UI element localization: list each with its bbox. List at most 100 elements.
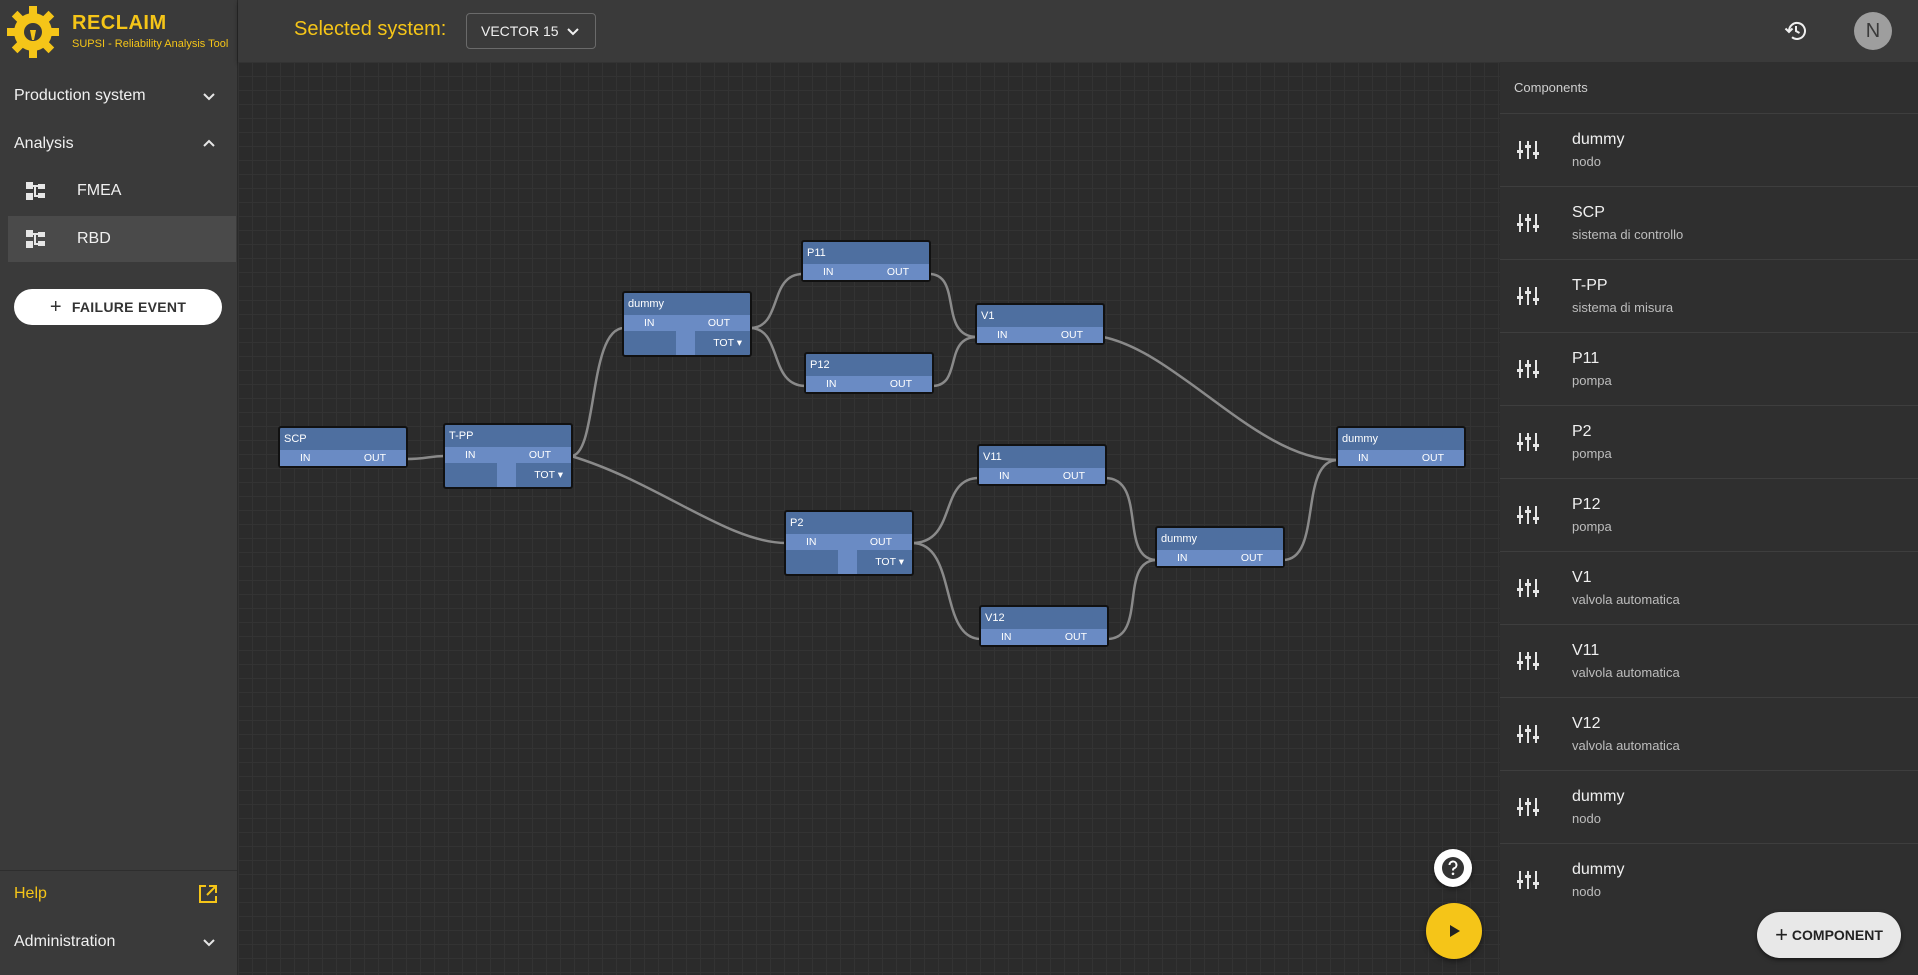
block-title: dummy [628, 298, 665, 310]
port-out[interactable]: OUT [708, 315, 730, 331]
block-title: T-PP [449, 430, 474, 442]
block-p12[interactable]: P12 IN OUT [804, 352, 934, 394]
block-p2[interactable]: P2 IN OUT TOT ▾ [784, 510, 914, 576]
component-item[interactable]: P12 pompa [1500, 478, 1918, 551]
block-ports: IN OUT [445, 447, 571, 463]
sidebar-item-fmea[interactable]: FMEA [8, 168, 236, 214]
port-in[interactable]: IN [826, 376, 837, 392]
nav-production-system-label: Production system [14, 87, 146, 104]
component-item[interactable]: dummy nodo [1500, 113, 1918, 186]
port-out[interactable]: OUT [870, 534, 892, 550]
selected-system-label: Selected system: [294, 18, 447, 40]
components-list: dummy nodo SCP sistema di controllo T-PP sist… [1500, 113, 1918, 916]
history-icon[interactable] [1784, 19, 1808, 43]
component-description: nodo [1572, 811, 1601, 826]
port-out[interactable]: OUT [364, 450, 386, 466]
play-icon [1450, 925, 1460, 937]
port-in[interactable]: IN [997, 327, 1008, 343]
port-out[interactable]: OUT [1065, 629, 1087, 645]
port-in[interactable]: IN [1001, 629, 1012, 645]
port-in[interactable]: IN [300, 450, 311, 466]
port-out[interactable]: OUT [1241, 550, 1263, 566]
add-component-button[interactable]: + COMPONENT [1757, 912, 1901, 958]
block-ports: IN OUT [979, 468, 1105, 484]
block-dummy-2[interactable]: dummy IN OUT [1155, 526, 1285, 568]
block-title: P11 [807, 247, 826, 259]
port-out[interactable]: OUT [1061, 327, 1083, 343]
help-link[interactable]: Help [0, 870, 237, 918]
sidebar-item-rbd[interactable]: RBD [8, 216, 236, 262]
nav-production-system[interactable]: Production system [0, 72, 237, 120]
component-item[interactable]: dummy nodo [1500, 770, 1918, 843]
add-failure-event-button[interactable]: + FAILURE EVENT [14, 289, 222, 325]
sidebar-item-label: FMEA [77, 182, 122, 199]
component-text: dummy nodo [1572, 131, 1624, 169]
tot-dropdown[interactable]: TOT ▾ [713, 331, 742, 355]
component-item[interactable]: dummy nodo [1500, 843, 1918, 916]
block-ports: IN OUT [786, 534, 912, 550]
component-item[interactable]: P2 pompa [1500, 405, 1918, 478]
system-select[interactable]: VECTOR 15 [466, 13, 596, 49]
tune-icon [1517, 725, 1539, 743]
component-item[interactable]: P11 pompa [1500, 332, 1918, 405]
component-name: V1 [1572, 569, 1592, 586]
block-title: V11 [983, 451, 1002, 463]
port-in[interactable]: IN [1177, 550, 1188, 566]
block-ports: IN OUT [806, 376, 932, 392]
component-text: T-PP sistema di misura [1572, 277, 1673, 315]
port-out[interactable]: OUT [1422, 450, 1444, 466]
rbd-canvas[interactable]: SCP IN OUT T-PP IN OUT TOT ▾ dummy IN OUT T… [238, 62, 1500, 975]
port-in[interactable]: IN [823, 264, 834, 280]
component-name: V12 [1572, 715, 1601, 732]
link-p11-v1 [928, 272, 978, 339]
block-title: dummy [1342, 433, 1379, 445]
component-item[interactable]: V1 valvola automatica [1500, 551, 1918, 624]
component-name: dummy [1572, 861, 1625, 878]
block-dummy-3[interactable]: dummy IN OUT [1336, 426, 1466, 468]
component-item[interactable]: SCP sistema di controllo [1500, 186, 1918, 259]
chevron-down-icon [195, 928, 223, 956]
link-p2-v12 [911, 541, 982, 641]
tree-icon [26, 230, 45, 248]
avatar[interactable]: N [1854, 12, 1892, 50]
plus-icon: + [1775, 922, 1788, 947]
port-in[interactable]: IN [1358, 450, 1369, 466]
tune-icon [1517, 798, 1539, 816]
block-p11[interactable]: P11 IN OUT [801, 240, 931, 282]
tune-icon [1517, 652, 1539, 670]
port-in[interactable]: IN [644, 315, 655, 331]
component-item[interactable]: V11 valvola automatica [1500, 624, 1918, 697]
tot-dropdown[interactable]: TOT ▾ [534, 463, 563, 487]
port-out[interactable]: OUT [887, 264, 909, 280]
block-title: dummy [1161, 533, 1198, 545]
components-panel: Components dummy nodo SCP sistema di contro… [1500, 62, 1918, 975]
block-scp[interactable]: SCP IN OUT [278, 426, 408, 468]
tot-dropdown[interactable]: TOT ▾ [875, 550, 904, 574]
port-in[interactable]: IN [806, 534, 817, 550]
nav-analysis[interactable]: Analysis [0, 120, 237, 168]
block-v1[interactable]: V1 IN OUT [975, 303, 1105, 345]
component-description: pompa [1572, 373, 1612, 388]
port-out[interactable]: OUT [529, 447, 551, 463]
port-out[interactable]: OUT [1063, 468, 1085, 484]
component-name: T-PP [1572, 277, 1608, 294]
port-out[interactable]: OUT [890, 376, 912, 392]
block-title: V12 [985, 612, 1005, 624]
sidebar-item-label: RBD [77, 230, 111, 247]
brand: RECLAIM SUPSI - Reliability Analysis Too… [0, 0, 237, 62]
block-dummy-1[interactable]: dummy IN OUT TOT ▾ [622, 291, 752, 357]
component-item[interactable]: V12 valvola automatica [1500, 697, 1918, 770]
block-v11[interactable]: V11 IN OUT [977, 444, 1107, 486]
block-tpp[interactable]: T-PP IN OUT TOT ▾ [443, 423, 573, 489]
help-button[interactable] [1434, 849, 1472, 887]
component-description: nodo [1572, 884, 1601, 899]
tune-icon [1517, 871, 1539, 889]
link-v1-dummy3 [1102, 335, 1339, 462]
nav-administration[interactable]: Administration [0, 918, 237, 966]
component-item[interactable]: T-PP sistema di misura [1500, 259, 1918, 332]
port-in[interactable]: IN [465, 447, 476, 463]
block-v12[interactable]: V12 IN OUT [979, 605, 1109, 647]
run-analysis-button[interactable] [1426, 903, 1482, 959]
port-in[interactable]: IN [999, 468, 1010, 484]
block-ports: IN OUT [280, 450, 406, 466]
